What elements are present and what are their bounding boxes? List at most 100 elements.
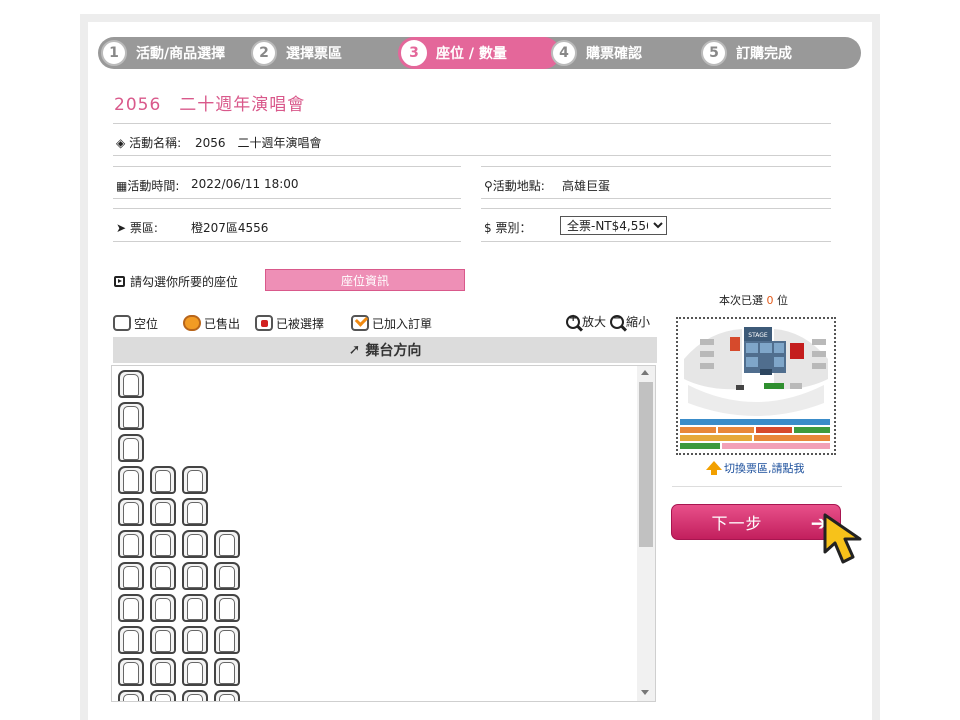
- seat[interactable]: [118, 434, 144, 462]
- next-step-button[interactable]: 下一步 ➔: [671, 504, 841, 540]
- seat-cushion: [155, 566, 171, 588]
- event-name-label-text: 活動名稱:: [129, 136, 182, 150]
- divider: [113, 123, 831, 124]
- zoom-out-icon: −: [610, 313, 624, 329]
- legend-added: 已加入訂單: [351, 314, 432, 332]
- divider: [113, 198, 461, 199]
- seat-cushion: [219, 694, 235, 701]
- seat[interactable]: [214, 530, 240, 558]
- seat[interactable]: [118, 402, 144, 430]
- taken-seat-icon: [255, 315, 273, 331]
- selected-prefix: 本次已選: [719, 294, 763, 307]
- seat[interactable]: [150, 562, 176, 590]
- venue-map-graphic: STAGE: [678, 319, 834, 453]
- step-label: 訂購完成: [736, 46, 792, 62]
- seat[interactable]: [150, 466, 176, 494]
- divider: [113, 155, 831, 156]
- divider: [113, 241, 461, 242]
- seat-cushion: [123, 662, 139, 684]
- seat[interactable]: [214, 626, 240, 654]
- mouse-cursor-icon: [823, 513, 862, 564]
- seat-cushion: [187, 470, 203, 492]
- switch-zone-link[interactable]: 切換票區,請點我: [706, 460, 805, 476]
- seat[interactable]: [118, 466, 144, 494]
- ticket-type-select[interactable]: 全票-NT$4,556: [560, 216, 667, 235]
- seat[interactable]: [150, 594, 176, 622]
- event-time-label-text: 活動時間:: [127, 179, 180, 193]
- navigate-arrow-icon: ➤: [116, 221, 127, 235]
- divider: [481, 208, 831, 209]
- seat[interactable]: [150, 530, 176, 558]
- legend-label: 已售出: [204, 316, 241, 331]
- arrow-up-right-icon: ➚: [348, 342, 361, 358]
- seat[interactable]: [118, 626, 144, 654]
- seat-cushion: [187, 534, 203, 556]
- next-step-label: 下一步: [711, 514, 763, 533]
- seat-info-button[interactable]: 座位資訊: [265, 269, 465, 291]
- event-title: 2056 二十週年演唱會: [114, 95, 306, 115]
- seat[interactable]: [118, 690, 144, 701]
- seat[interactable]: [214, 594, 240, 622]
- step-label: 購票確認: [586, 46, 642, 62]
- seat[interactable]: [118, 498, 144, 526]
- seat[interactable]: [118, 370, 144, 398]
- seat[interactable]: [182, 530, 208, 558]
- step-2: 2 選擇票區: [251, 37, 342, 69]
- ticket-type-label: $ 票別：: [484, 221, 532, 235]
- empty-seat-icon: [113, 315, 131, 331]
- step-number: 4: [551, 40, 577, 66]
- step-number: 2: [251, 40, 277, 66]
- seat[interactable]: [150, 498, 176, 526]
- scroll-thumb[interactable]: [639, 382, 653, 547]
- step-label: 活動/商品選擇: [136, 46, 226, 62]
- seat-cushion: [155, 662, 171, 684]
- zoom-in-button[interactable]: + 放大: [566, 313, 606, 330]
- calendar-icon: ▦: [116, 179, 128, 193]
- seat[interactable]: [182, 498, 208, 526]
- seat[interactable]: [182, 466, 208, 494]
- seat[interactable]: [118, 658, 144, 686]
- event-venue-value: 高雄巨蛋: [562, 179, 611, 193]
- seat-cushion: [219, 662, 235, 684]
- seat[interactable]: [150, 690, 176, 701]
- seat[interactable]: [182, 690, 208, 701]
- seat-pick-instruction: 請勾選你所要的座位: [114, 273, 238, 290]
- seat-cushion: [155, 470, 171, 492]
- seat-cushion: [187, 598, 203, 620]
- divider: [113, 208, 461, 209]
- scroll-down-icon[interactable]: [641, 690, 649, 695]
- seat-cushion: [155, 630, 171, 652]
- seat[interactable]: [150, 658, 176, 686]
- event-venue-label: ⚲活動地點:: [484, 177, 545, 194]
- seat-map-scrollbar[interactable]: [637, 366, 655, 701]
- selected-suffix: 位: [777, 294, 788, 307]
- seat[interactable]: [214, 562, 240, 590]
- seat[interactable]: [214, 658, 240, 686]
- legend-sold: 已售出: [183, 314, 240, 332]
- seat-cushion: [219, 630, 235, 652]
- scroll-up-icon[interactable]: [641, 370, 649, 375]
- seat[interactable]: [118, 562, 144, 590]
- seat-cushion: [187, 502, 203, 524]
- seat[interactable]: [182, 626, 208, 654]
- step-number: 5: [701, 40, 727, 66]
- venue-mini-map[interactable]: STAGE: [676, 317, 836, 455]
- seat[interactable]: [182, 594, 208, 622]
- divider: [672, 486, 842, 487]
- step-1: 1 活動/商品選擇: [101, 37, 225, 69]
- step-number: 1: [101, 40, 127, 66]
- seat-cushion: [155, 694, 171, 701]
- seat[interactable]: [182, 658, 208, 686]
- seat[interactable]: [182, 562, 208, 590]
- legend-taken: 已被選擇: [255, 314, 324, 332]
- zoom-out-button[interactable]: − 縮小: [610, 313, 650, 330]
- step-4: 4 購票確認: [551, 37, 642, 69]
- seat-cushion: [155, 502, 171, 524]
- seat-cushion: [155, 534, 171, 556]
- switch-zone-label: 切換票區,請點我: [724, 462, 805, 475]
- seat[interactable]: [118, 530, 144, 558]
- seat[interactable]: [118, 594, 144, 622]
- seat[interactable]: [214, 690, 240, 701]
- zone-value: 橙207區4556: [191, 221, 269, 235]
- seat[interactable]: [150, 626, 176, 654]
